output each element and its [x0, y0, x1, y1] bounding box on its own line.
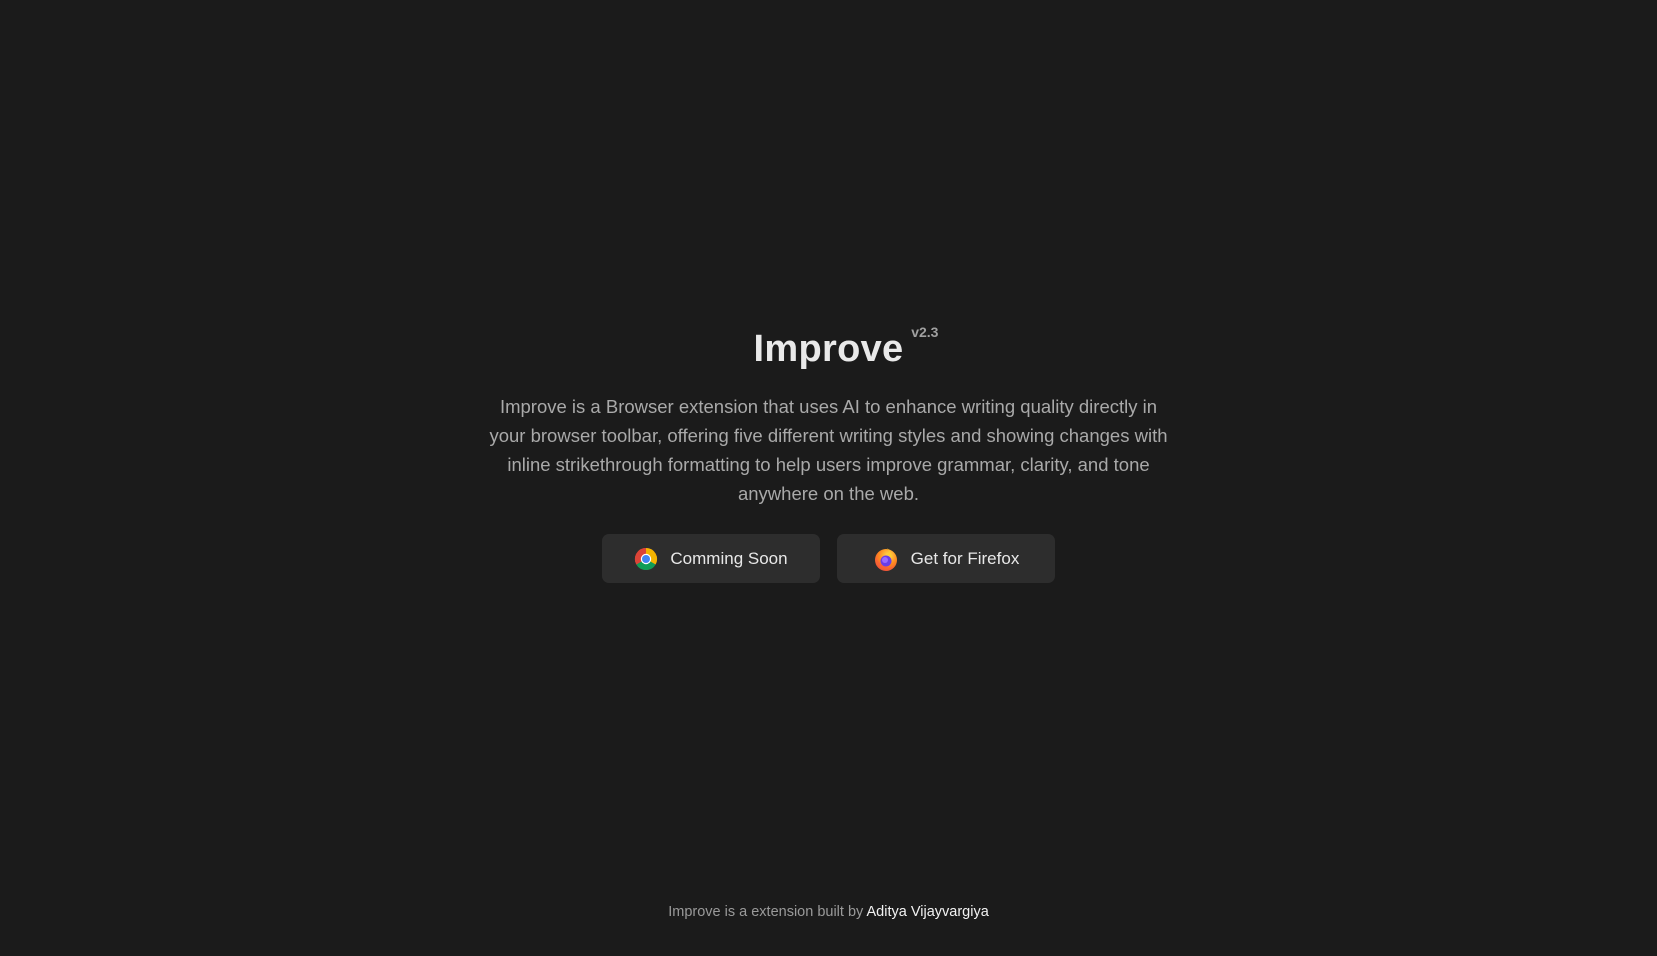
chrome-button-label: Comming Soon [670, 548, 788, 568]
chrome-coming-soon-button[interactable]: Comming Soon [602, 534, 820, 583]
footer-text: Improve is a extension built by [668, 904, 867, 920]
page: Improve v2.3 Improve is a Browser extens… [0, 0, 1657, 956]
get-for-firefox-button[interactable]: Get for Firefox [837, 534, 1055, 583]
description: Improve is a Browser extension that uses… [489, 396, 1168, 504]
chrome-icon [634, 547, 658, 571]
version-badge: v2.3 [911, 324, 939, 340]
author-link[interactable]: Aditya Vijayvargiya [867, 904, 989, 920]
hero-section: Improve v2.3 Improve is a Browser extens… [0, 318, 1657, 583]
button-row: Comming Soon Get for Firefox [0, 534, 1657, 583]
page-title: Improve [753, 328, 904, 370]
firefox-icon [873, 546, 899, 572]
footer: Improve is a extension built by Aditya V… [0, 904, 1657, 920]
title-wrap: Improve v2.3 [753, 318, 939, 380]
firefox-button-label: Get for Firefox [910, 548, 1020, 568]
